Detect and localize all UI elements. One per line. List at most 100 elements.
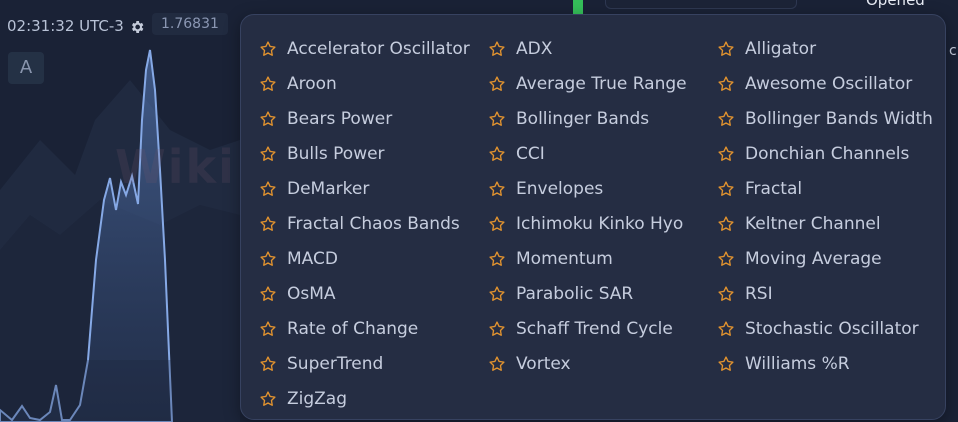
star-outline-icon[interactable] [488,285,506,303]
star-outline-icon[interactable] [717,320,735,338]
star-outline-icon[interactable] [717,285,735,303]
indicator-label: Average True Range [516,73,687,94]
star-outline-icon[interactable] [717,355,735,373]
indicator-menu-item[interactable]: Schaff Trend Cycle [488,311,687,346]
indicator-menu-item[interactable]: Accelerator Oscillator [259,31,470,66]
star-outline-icon[interactable] [259,145,277,163]
star-outline-icon[interactable] [488,215,506,233]
indicator-label: Moving Average [745,248,882,269]
current-price-badge: 1.76831 [152,13,228,35]
indicator-menu-item[interactable]: Bulls Power [259,136,470,171]
indicator-label: Bears Power [287,108,393,129]
indicator-menu-item[interactable]: Stochastic Oscillator [717,311,933,346]
indicator-menu-item[interactable]: Bears Power [259,101,470,136]
server-time: 02:31:32 UTC-3 [7,17,124,35]
opened-label: Opened [866,0,925,9]
indicator-label: Awesome Oscillator [745,73,913,94]
star-outline-icon[interactable] [488,110,506,128]
indicator-label: ZigZag [287,388,348,409]
indicator-menu-item[interactable]: SuperTrend [259,346,470,381]
indicator-menu-item[interactable]: Donchian Channels [717,136,933,171]
star-outline-icon[interactable] [259,110,277,128]
indicator-menu-item[interactable]: Vortex [488,346,687,381]
indicator-menu-item[interactable]: DeMarker [259,171,470,206]
star-outline-icon[interactable] [259,40,277,58]
star-outline-icon[interactable] [259,320,277,338]
indicator-menu-item[interactable]: OsMA [259,276,470,311]
star-outline-icon[interactable] [488,145,506,163]
indicator-menu-item[interactable]: Fractal [717,171,933,206]
indicator-menu-item[interactable]: Alligator [717,31,933,66]
indicator-column: Alligator Awesome Oscillator Bollinger Ban… [717,31,933,381]
star-outline-icon[interactable] [717,215,735,233]
indicator-label: Stochastic Oscillator [745,318,919,339]
status-indicator [573,0,583,14]
star-outline-icon[interactable] [488,75,506,93]
indicator-menu-item[interactable]: Aroon [259,66,470,101]
star-outline-icon[interactable] [488,180,506,198]
star-outline-icon[interactable] [717,180,735,198]
indicator-label: Ichimoku Kinko Hyo [516,213,684,234]
indicator-label: MACD [287,248,338,269]
star-outline-icon[interactable] [717,250,735,268]
indicator-column: Accelerator Oscillator Aroon Bears Power Bu… [259,31,470,416]
indicator-label: Rate of Change [287,318,419,339]
indicator-label: Accelerator Oscillator [287,38,470,59]
indicator-menu-item[interactable]: Moving Average [717,241,933,276]
chart-toolbar: 02:31:32 UTC-3 1.76831 [0,0,240,50]
indicator-label: Donchian Channels [745,143,910,164]
top-panel-edge [605,0,797,9]
chart-type-button[interactable]: A [8,52,44,84]
indicator-label: Bulls Power [287,143,385,164]
indicator-menu-item[interactable]: Ichimoku Kinko Hyo [488,206,687,241]
indicator-label: Bollinger Bands [516,108,650,129]
star-outline-icon[interactable] [259,355,277,373]
indicator-menu-item[interactable]: Awesome Oscillator [717,66,933,101]
indicator-label: Aroon [287,73,337,94]
star-outline-icon[interactable] [488,250,506,268]
indicator-label: CCI [516,143,545,164]
indicator-menu-item[interactable]: Bollinger Bands [488,101,687,136]
indicator-menu-item[interactable]: Envelopes [488,171,687,206]
indicator-label: Vortex [516,353,571,374]
indicator-label: RSI [745,283,773,304]
indicator-menu-item[interactable]: Average True Range [488,66,687,101]
indicator-menu-item[interactable]: Bollinger Bands Width [717,101,933,136]
gear-icon[interactable] [129,19,145,35]
indicator-column: ADX Average True Range Bollinger Bands CCI E… [488,31,687,381]
indicator-menu-item[interactable]: Parabolic SAR [488,276,687,311]
star-outline-icon[interactable] [259,215,277,233]
indicator-menu-item[interactable]: Momentum [488,241,687,276]
indicator-menu-item[interactable]: CCI [488,136,687,171]
indicator-menu-item[interactable]: Rate of Change [259,311,470,346]
indicator-label: Parabolic SAR [516,283,634,304]
indicator-label: Williams %R [745,353,850,374]
edge-control: c [949,43,957,59]
star-outline-icon[interactable] [259,250,277,268]
indicator-menu-item[interactable]: Fractal Chaos Bands [259,206,470,241]
star-outline-icon[interactable] [259,75,277,93]
indicator-menu-item[interactable]: Williams %R [717,346,933,381]
indicator-menu-item[interactable]: ADX [488,31,687,66]
star-outline-icon[interactable] [717,145,735,163]
indicator-menu-item[interactable]: Keltner Channel [717,206,933,241]
indicator-label: Keltner Channel [745,213,881,234]
star-outline-icon[interactable] [488,320,506,338]
indicator-label: Alligator [745,38,817,59]
indicator-label: Fractal Chaos Bands [287,213,460,234]
indicator-label: Fractal [745,178,803,199]
indicator-label: Schaff Trend Cycle [516,318,673,339]
star-outline-icon[interactable] [488,40,506,58]
star-outline-icon[interactable] [259,285,277,303]
indicator-menu-item[interactable]: RSI [717,276,933,311]
indicators-dropdown: Accelerator Oscillator Aroon Bears Power Bu… [240,14,946,420]
star-outline-icon[interactable] [259,180,277,198]
indicator-label: ADX [516,38,553,59]
star-outline-icon[interactable] [717,40,735,58]
indicator-menu-item[interactable]: ZigZag [259,381,470,416]
star-outline-icon[interactable] [488,355,506,373]
star-outline-icon[interactable] [259,390,277,408]
star-outline-icon[interactable] [717,110,735,128]
star-outline-icon[interactable] [717,75,735,93]
indicator-menu-item[interactable]: MACD [259,241,470,276]
